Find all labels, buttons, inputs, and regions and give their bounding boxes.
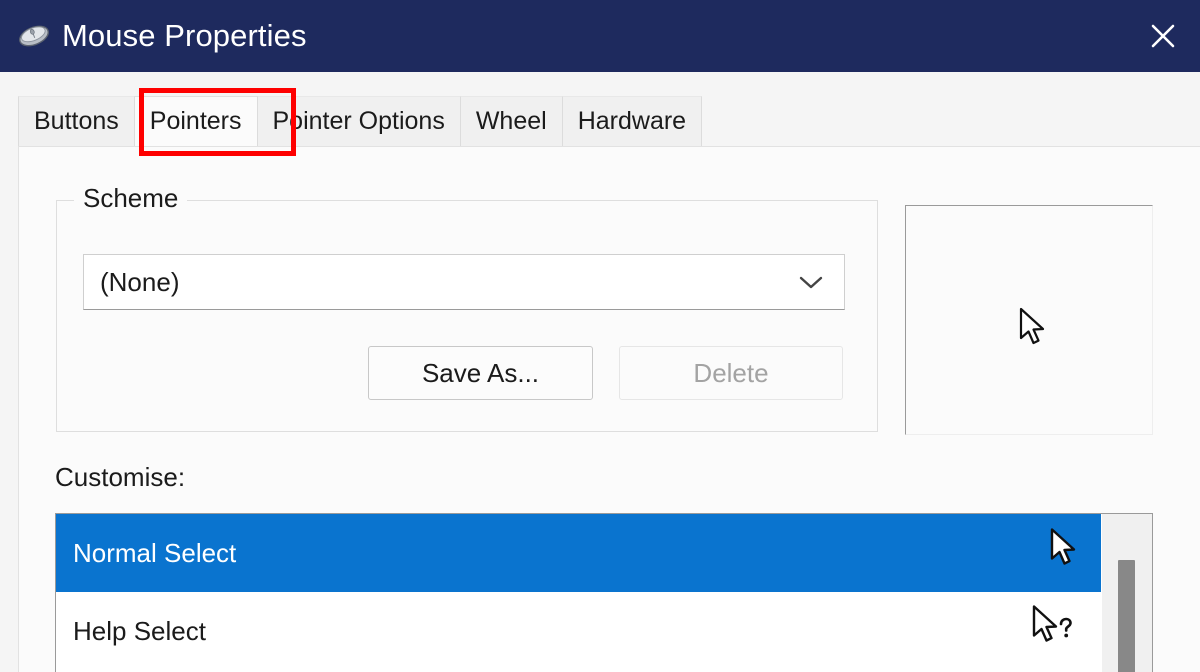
tab-hardware[interactable]: Hardware [561,96,703,146]
mouse-icon [14,19,54,53]
tab-label: Hardware [577,107,687,135]
tab-label: Wheel [475,107,547,135]
customise-label: Customise: [55,462,186,492]
list-scrollbar[interactable] [1101,514,1152,672]
chevron-down-icon [796,255,826,309]
scheme-combobox[interactable]: (None) [83,254,845,310]
tab-buttons[interactable]: Buttons [18,96,135,146]
normal-select-arrow-cursor-icon [1018,307,1052,356]
tab-label: Pointer Options [272,107,445,135]
pointer-list-rows: Normal Select Help Select [56,514,1101,670]
tab-wheel[interactable]: Wheel [459,96,563,146]
tab-label: Buttons [34,107,119,135]
delete-button-label: Delete [693,357,769,388]
list-scrollbar-thumb[interactable] [1118,560,1135,672]
scheme-group-label: Scheme [74,183,188,213]
tab-list: Buttons Pointers Pointer Options Wheel H… [18,96,703,146]
tab-pointers[interactable]: Pointers [133,96,258,146]
close-icon[interactable] [1126,0,1200,72]
delete-button: Delete [619,346,843,400]
list-item-label: Help Select [73,615,206,646]
tab-label: Pointers [149,107,242,135]
list-item-help-select[interactable]: Help Select [56,592,1101,670]
save-as-button-label: Save As... [421,357,540,388]
tab-pointer-options[interactable]: Pointer Options [256,96,461,146]
window-title: Mouse Properties [62,18,307,53]
cursor-preview-box [905,205,1153,435]
tab-strip: Buttons Pointers Pointer Options Wheel H… [0,72,1200,146]
title-bar: Mouse Properties [0,0,1200,72]
arrow-question-cursor-icon [1031,605,1083,658]
pointers-tab-panel: Scheme (None) Save As... Delete Customis… [18,146,1200,672]
arrow-cursor-icon [1049,528,1083,579]
mouse-properties-window: Mouse Properties Buttons Pointers Pointe… [0,0,1200,672]
save-as-button[interactable]: Save As... [368,346,593,400]
list-item-label: Normal Select [73,537,237,568]
pointer-customise-listbox[interactable]: Normal Select Help Select [55,513,1153,672]
list-item-normal-select[interactable]: Normal Select [56,514,1101,592]
scheme-combobox-value: (None) [100,266,180,297]
